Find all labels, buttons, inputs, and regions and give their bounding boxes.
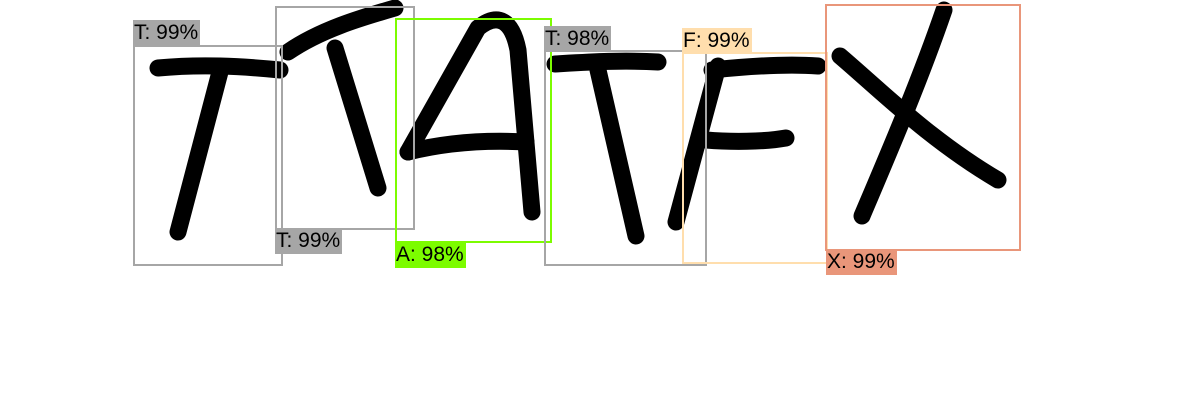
detection-box-x[interactable] <box>825 4 1021 251</box>
detection-box-t-1[interactable] <box>133 45 283 266</box>
detection-label-a: A: 98% <box>395 242 466 268</box>
detection-label-x: X: 99% <box>826 249 897 275</box>
detection-label-f: F: 99% <box>682 28 752 54</box>
detection-label-t-2: T: 99% <box>275 228 343 254</box>
detection-canvas: T: 99% T: 99% A: 98% T: 98% F: 99% X: 99… <box>0 0 1200 420</box>
detection-label-t-1: T: 99% <box>133 20 201 46</box>
detection-box-a[interactable] <box>395 18 552 243</box>
detection-box-t-2[interactable] <box>275 6 415 230</box>
detection-box-f[interactable] <box>682 52 828 264</box>
detection-label-t-3: T: 98% <box>544 26 612 52</box>
